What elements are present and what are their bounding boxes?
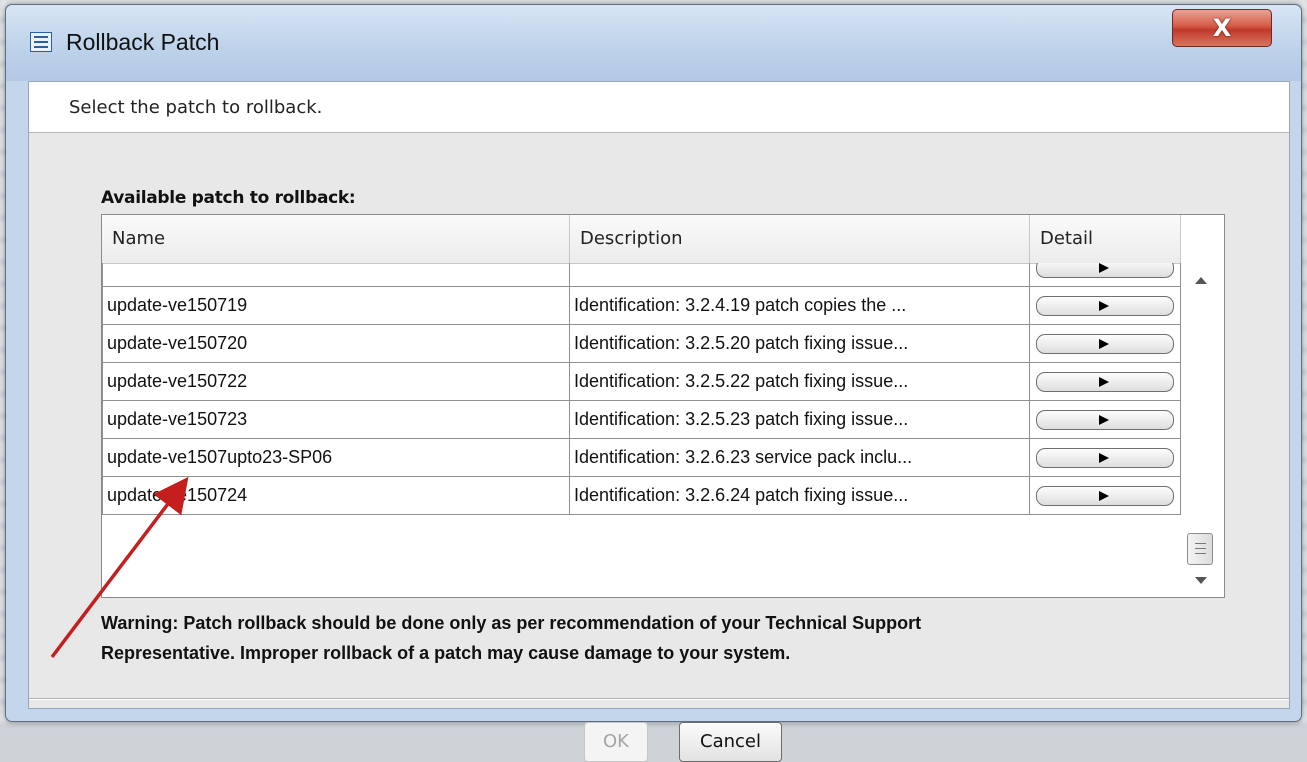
red-annotation-arrow [50, 476, 189, 659]
cancel-button[interactable]: Cancel [679, 722, 782, 762]
ok-button[interactable]: OK [584, 722, 648, 762]
